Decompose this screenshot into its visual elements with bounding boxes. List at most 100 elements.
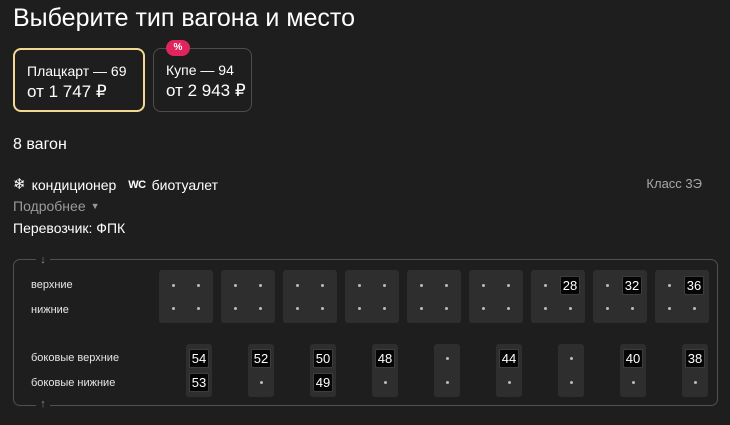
details-label: Подробнее: [13, 198, 86, 214]
seat-32[interactable]: 32: [622, 276, 642, 295]
occupied-dot-icon: [320, 284, 324, 287]
compartment: 36: [655, 270, 709, 323]
compartment: [221, 270, 275, 323]
occupied-seat: [411, 276, 431, 295]
occupied-seat: [437, 373, 457, 392]
occupied-dot-icon: [605, 284, 609, 287]
seat-28[interactable]: 28: [560, 276, 580, 295]
car-type-name: Плацкарт — 69: [27, 63, 127, 79]
side-seats: [558, 344, 584, 397]
occupied-dot-icon: [569, 381, 573, 384]
occupied-dot-icon: [506, 284, 510, 287]
car-class: Класс 3Э: [646, 176, 702, 191]
occupied-seat: [597, 276, 617, 295]
seat-53[interactable]: 53: [189, 373, 209, 392]
occupied-dot-icon: [382, 307, 386, 310]
occupied-seat: [560, 299, 580, 318]
compartment: 32: [593, 270, 647, 323]
row-label-side-lower: боковые нижние: [31, 377, 116, 389]
occupied-seat: [250, 276, 270, 295]
car-type-name: Купе — 94: [166, 62, 234, 78]
feature-label: биотуалет: [151, 177, 219, 193]
car-scheme: ↓ ↑ верхние нижние боковые верхние боков…: [13, 254, 718, 411]
occupied-dot-icon: [258, 284, 262, 287]
occupied-seat: [349, 276, 369, 295]
details-toggle[interactable]: Подробнее ▼: [13, 198, 100, 214]
compartment: [283, 270, 337, 323]
occupied-seat: [349, 299, 369, 318]
occupied-dot-icon: [419, 307, 423, 310]
car-type-platzkart-card[interactable]: Плацкарт — 69 от 1 747 ₽: [13, 48, 145, 112]
seat-40[interactable]: 40: [623, 349, 643, 368]
occupied-seat: [312, 276, 332, 295]
occupied-dot-icon: [171, 307, 175, 310]
occupied-dot-icon: [481, 284, 485, 287]
occupied-seat: [411, 299, 431, 318]
occupied-dot-icon: [543, 284, 547, 287]
seat-44[interactable]: 44: [499, 349, 519, 368]
occupied-seat: [659, 276, 679, 295]
occupied-seat: [225, 276, 245, 295]
occupied-dot-icon: [444, 307, 448, 310]
occupied-seat: [436, 276, 456, 295]
occupied-dot-icon: [543, 307, 547, 310]
occupied-dot-icon: [631, 381, 635, 384]
occupied-seat: [374, 276, 394, 295]
occupied-seat: [163, 299, 183, 318]
occupied-seat: [374, 299, 394, 318]
side-seats: 40: [620, 344, 646, 397]
seat-54[interactable]: 54: [189, 349, 209, 368]
car-number: 8 вагон: [13, 136, 67, 153]
discount-badge: %: [166, 40, 190, 56]
seat-48[interactable]: 48: [375, 349, 395, 368]
occupied-dot-icon: [295, 307, 299, 310]
compartment: [469, 270, 523, 323]
row-label-lower: нижние: [31, 304, 69, 316]
occupied-dot-icon: [383, 381, 387, 384]
occupied-seat: [225, 299, 245, 318]
car-type-price: от 2 943 ₽: [166, 81, 246, 100]
seat-52[interactable]: 52: [251, 349, 271, 368]
occupied-seat: [287, 276, 307, 295]
occupied-seat: [535, 276, 555, 295]
compartment: [407, 270, 461, 323]
occupied-dot-icon: [568, 307, 572, 310]
occupied-seat: [163, 276, 183, 295]
occupied-dot-icon: [569, 357, 573, 360]
occupied-seat: [684, 299, 704, 318]
occupied-seat: [473, 299, 493, 318]
car-type-kupe-card[interactable]: % Купе — 94 от 2 943 ₽: [153, 40, 252, 112]
occupied-seat: [623, 373, 643, 392]
occupied-seat: [622, 299, 642, 318]
seat-38[interactable]: 38: [685, 349, 705, 368]
wc-icon: WC: [128, 179, 146, 191]
side-seats: 48: [372, 344, 398, 397]
occupied-seat: [498, 299, 518, 318]
occupied-dot-icon: [196, 284, 200, 287]
occupied-dot-icon: [481, 307, 485, 310]
occupied-dot-icon: [196, 307, 200, 310]
side-seats: [434, 344, 460, 397]
occupied-dot-icon: [295, 284, 299, 287]
seat-49[interactable]: 49: [313, 373, 333, 392]
occupied-dot-icon: [357, 284, 361, 287]
occupied-seat: [436, 299, 456, 318]
entrance-arrow-down-icon: ↓: [36, 254, 50, 267]
feature-label: кондиционер: [31, 177, 117, 193]
occupied-dot-icon: [605, 307, 609, 310]
side-seats: 38: [682, 344, 708, 397]
occupied-dot-icon: [630, 307, 634, 310]
side-seats: 50 49: [310, 344, 336, 397]
side-seats: 52: [248, 344, 274, 397]
occupied-dot-icon: [320, 307, 324, 310]
occupied-dot-icon: [382, 284, 386, 287]
seat-50[interactable]: 50: [313, 349, 333, 368]
seat-36[interactable]: 36: [684, 276, 704, 295]
occupied-dot-icon: [419, 284, 423, 287]
occupied-dot-icon: [507, 381, 511, 384]
occupied-dot-icon: [445, 357, 449, 360]
compartment: [345, 270, 399, 323]
entrance-arrow-up-icon: ↑: [36, 398, 50, 411]
caret-down-icon: ▼: [90, 201, 100, 211]
occupied-dot-icon: [357, 307, 361, 310]
